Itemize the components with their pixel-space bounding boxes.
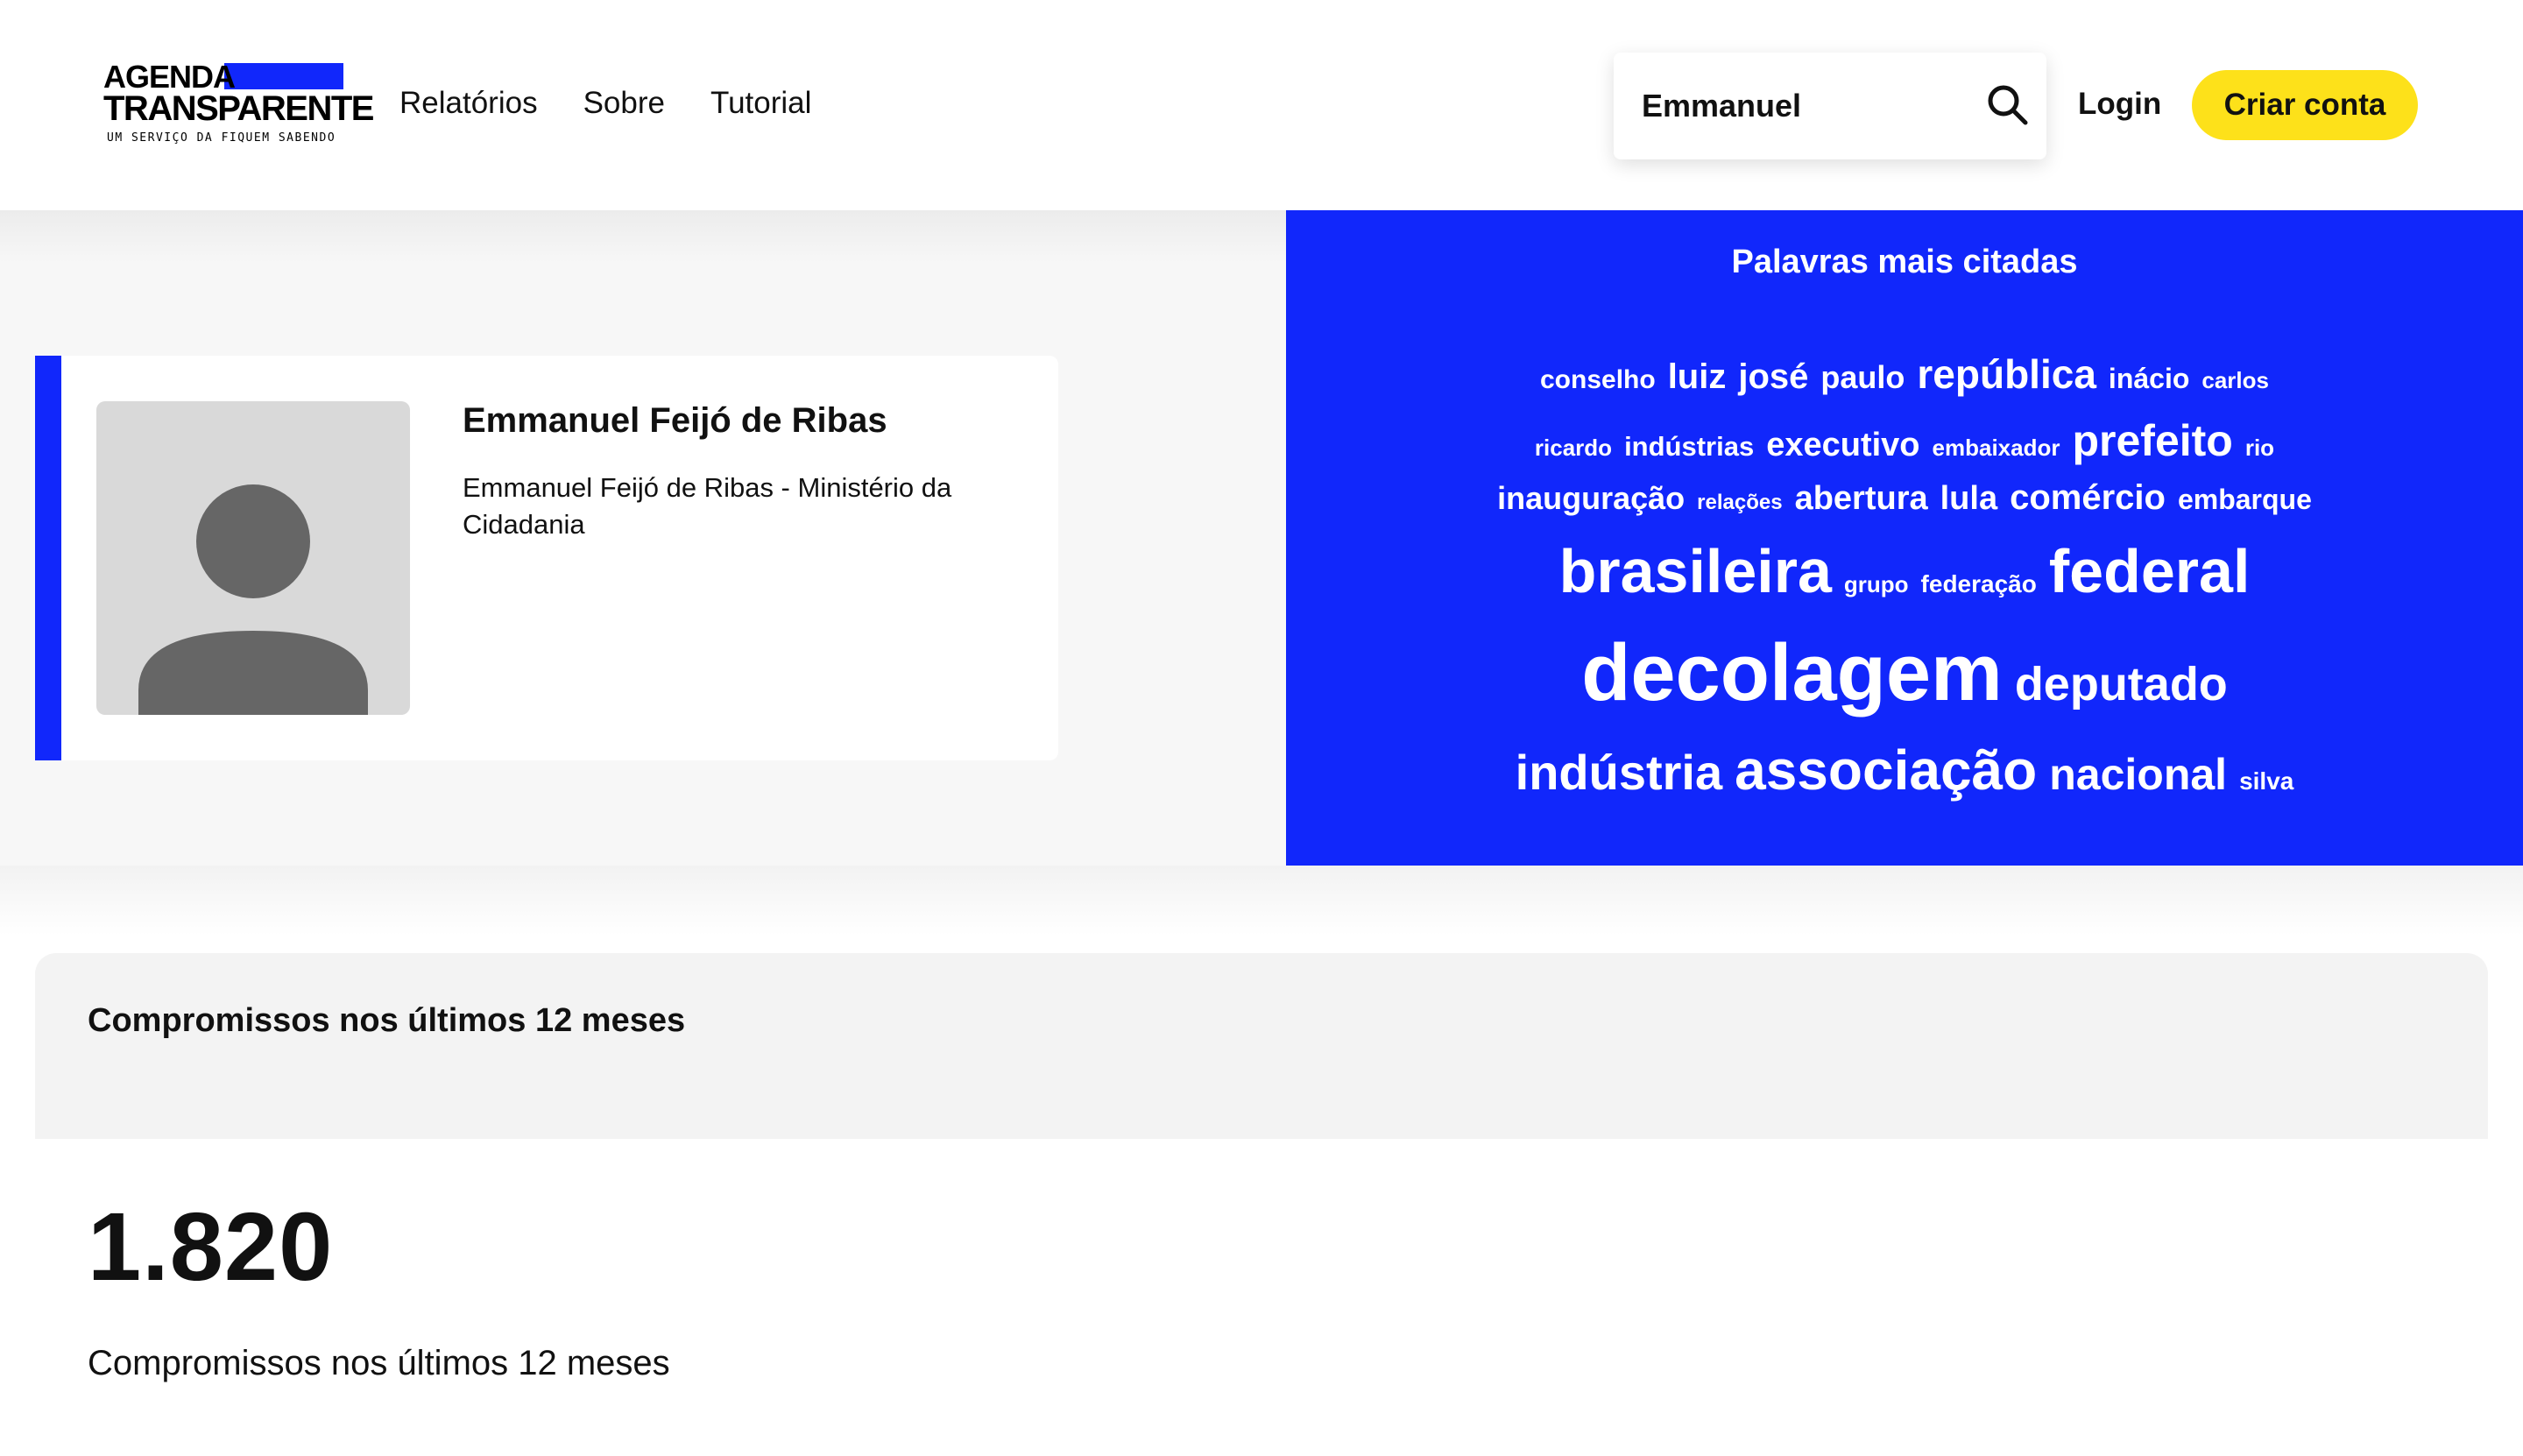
word-cloud-row: inauguração relações abertura lula comér… xyxy=(1286,478,2523,536)
search-box xyxy=(1614,53,2046,159)
cloud-word: silva xyxy=(2239,767,2294,795)
search-icon[interactable] xyxy=(1982,79,2034,131)
profile-description: Emmanuel Feijó de Ribas - Ministério da … xyxy=(463,472,952,540)
cloud-word: indústrias xyxy=(1624,431,1755,462)
avatar xyxy=(96,401,410,715)
cloud-word: rio xyxy=(2244,435,2275,461)
card-accent-bar xyxy=(35,356,61,760)
top-navbar: AGENDA TRANSPARENTE UM SERVIÇO DA FIQUEM… xyxy=(0,0,2523,210)
cloud-word: conselho xyxy=(1539,365,1656,394)
appointments-card-title: Compromissos nos últimos 12 meses xyxy=(88,1002,686,1039)
word-cloud: conselho luiz josé paulo república ináci… xyxy=(1286,350,2523,816)
logo-line-2: TRANSPARENTE xyxy=(103,89,374,128)
nav-link-sobre[interactable]: Sobre xyxy=(583,84,665,123)
word-cloud-row: decolagem deputado xyxy=(1286,627,2523,738)
cloud-word: embaixador xyxy=(1932,435,2060,461)
cloud-word: grupo xyxy=(1843,571,1909,597)
appointments-caption: Compromissos nos últimos 12 meses xyxy=(88,1344,670,1382)
word-cloud-row: indústria associação nacional silva xyxy=(1286,738,2523,816)
agenda-transparente-logo[interactable]: AGENDA TRANSPARENTE UM SERVIÇO DA FIQUEM… xyxy=(103,59,374,149)
cloud-word: luiz xyxy=(1667,357,1727,396)
cloud-word: comércio xyxy=(2010,478,2166,517)
cloud-word: associação xyxy=(1735,739,2038,802)
cloud-word: relações xyxy=(1697,491,1783,514)
word-cloud-row: ricardo indústrias executivo embaixador … xyxy=(1286,415,2523,478)
appointments-card-header: Compromissos nos últimos 12 meses xyxy=(35,953,2488,1139)
cloud-word: ricardo xyxy=(1534,435,1613,461)
logo-blue-bar xyxy=(224,63,343,89)
cloud-word: decolagem xyxy=(1581,628,2003,717)
user-placeholder-icon xyxy=(138,484,368,715)
word-cloud-title: Palavras mais citadas xyxy=(1731,244,2078,280)
nav-link-tutorial[interactable]: Tutorial xyxy=(710,84,811,123)
cloud-word: federação xyxy=(1920,570,2037,597)
cloud-word: carlos xyxy=(2201,367,2269,393)
search-input[interactable] xyxy=(1642,82,1975,130)
cloud-word: indústria xyxy=(1515,745,1723,800)
cloud-word: federal xyxy=(2048,537,2251,605)
word-cloud-panel: Palavras mais citadas conselho luiz josé… xyxy=(1286,210,2523,866)
create-account-button[interactable]: Criar conta xyxy=(2192,70,2418,140)
main-nav: Relatórios Sobre Tutorial xyxy=(399,84,811,123)
logo-line-1: AGENDA xyxy=(103,59,236,95)
word-cloud-row: conselho luiz josé paulo república ináci… xyxy=(1286,350,2523,415)
login-link[interactable]: Login xyxy=(2078,84,2161,124)
appointments-count: 1.820 xyxy=(88,1193,334,1301)
cloud-word: inácio xyxy=(2108,363,2190,394)
appointments-card: Compromissos nos últimos 12 meses 1.820 … xyxy=(35,953,2488,1456)
cloud-word: prefeito xyxy=(2072,416,2233,465)
profile-card: Emmanuel Feijó de Ribas Emmanuel Feijó d… xyxy=(35,356,1058,760)
cloud-word: brasileira xyxy=(1558,537,1832,605)
word-cloud-row: brasileira grupo federação federal xyxy=(1286,536,2523,627)
cloud-word: república xyxy=(1917,351,2096,397)
cloud-word: lula xyxy=(1940,480,1998,517)
cloud-word: deputado xyxy=(2014,658,2228,710)
cloud-word: embarque xyxy=(2177,484,2312,515)
logo-tagline: UM SERVIÇO DA FIQUEM SABENDO xyxy=(107,131,336,145)
profile-name: Emmanuel Feijó de Ribas xyxy=(463,401,887,440)
cloud-word: josé xyxy=(1738,357,1809,396)
cloud-word: nacional xyxy=(2049,750,2228,799)
cloud-word: inauguração xyxy=(1497,480,1686,516)
cloud-word: executivo xyxy=(1766,427,1920,463)
nav-link-relatorios[interactable]: Relatórios xyxy=(399,84,538,123)
cloud-word: abertura xyxy=(1794,480,1928,517)
cloud-word: paulo xyxy=(1820,359,1905,395)
